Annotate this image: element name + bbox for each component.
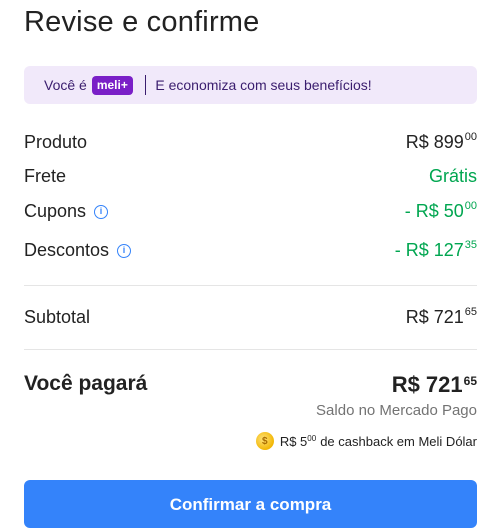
cupons-label-text: Cupons (24, 201, 87, 221)
descontos-amount: - R$ 127 (394, 240, 464, 260)
page-title: Revise e confirme (24, 6, 260, 38)
cupons-value: - R$ 50 00 (404, 200, 477, 222)
descontos-info-icon[interactable]: i (117, 243, 132, 258)
cupons-label: Cupons i (24, 201, 109, 222)
confirm-purchase-button[interactable]: Confirmar a compra (24, 480, 477, 528)
subtotal-amount: R$ 721 (405, 307, 464, 327)
meli-plus-banner[interactable]: Você é meli+ E economiza com seus benefí… (24, 66, 477, 104)
meli-plus-badge: meli+ (91, 75, 133, 95)
descontos-value: - R$ 127 35 (394, 239, 477, 261)
payment-method: Saldo no Mercado Pago (316, 402, 477, 419)
banner-message: E economiza com seus benefícios! (155, 77, 372, 93)
produto-cents: 00 (464, 131, 477, 143)
descontos-label-text: Descontos (24, 240, 110, 260)
subtotal-label: Subtotal (24, 307, 91, 327)
cupons-info-icon[interactable]: i (94, 204, 109, 219)
total-value: R$ 721 65 (392, 372, 477, 398)
subtotal-cents: 65 (464, 306, 477, 318)
meli-dolar-coin-icon: $ (255, 432, 274, 450)
descontos-label: Descontos i (24, 240, 132, 261)
banner-prefix: Você é (44, 77, 87, 93)
frete-value: Grátis (428, 166, 477, 186)
divider (24, 349, 477, 350)
banner-divider (144, 75, 147, 95)
cashback-amount: R$ 5 (279, 433, 308, 449)
summary-row-subtotal: Subtotal R$ 721 65 (24, 306, 477, 335)
cupons-cents: 00 (464, 200, 477, 212)
total-amount: R$ 721 (391, 372, 463, 397)
summary-row-descontos: Descontos i - R$ 127 35 (24, 239, 477, 268)
summary-row-frete: Frete Grátis (24, 166, 477, 194)
cashback-cents: 00 (307, 434, 317, 443)
cashback-text: de cashback em Meli Dólar (320, 433, 477, 449)
descontos-cents: 35 (464, 239, 477, 251)
subtotal-value: R$ 721 65 (405, 306, 477, 328)
cupons-amount: - R$ 50 (404, 201, 464, 221)
produto-value: R$ 899 00 (405, 131, 477, 153)
divider (24, 285, 477, 286)
produto-label: Produto (24, 132, 88, 152)
produto-amount: R$ 899 (405, 132, 464, 152)
total-label: Você pagará (24, 372, 148, 395)
summary-row-produto: Produto R$ 899 00 (24, 131, 477, 160)
summary-row-cupons: Cupons i - R$ 50 00 (24, 200, 477, 229)
cashback-info: $ R$ 5 00 de cashback em Meli Dólar (255, 432, 477, 450)
frete-label: Frete (24, 166, 67, 186)
total-cents: 65 (463, 374, 477, 388)
